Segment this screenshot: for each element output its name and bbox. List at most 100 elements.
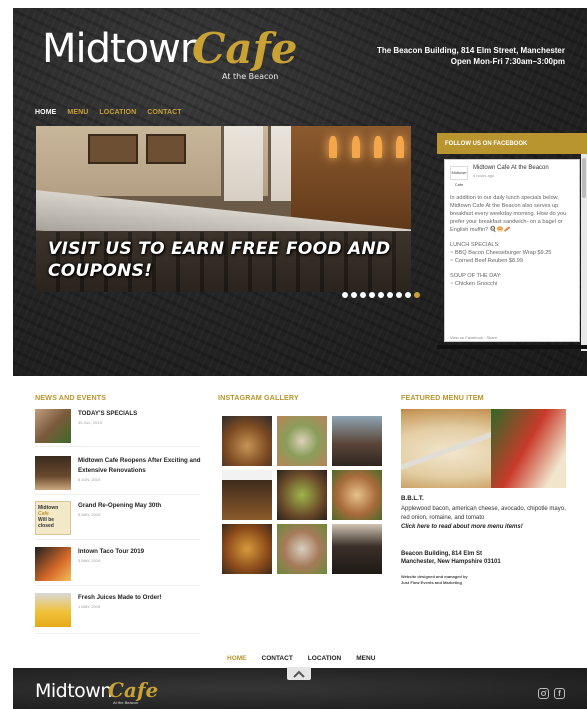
footer-logo-subtitle: At the Beacon [113, 700, 139, 705]
facebook-post[interactable]: Midtown Cafe Midtown Cafe At the Beacon … [444, 159, 580, 342]
logo-script-text: Cafe [192, 24, 298, 73]
news-date: 6 JUN, 2019 [78, 477, 101, 482]
instagram-photo[interactable] [222, 416, 272, 466]
slider-dot[interactable] [360, 292, 366, 298]
news-headline[interactable]: Intown Taco Tour 2019 [78, 547, 203, 557]
news-thumbnail[interactable] [35, 456, 71, 490]
divider [35, 494, 200, 495]
news-date: 30 JUL, 2019 [78, 420, 102, 425]
instagram-photo[interactable] [332, 524, 382, 574]
instagram-section-title: INSTAGRAM GALLERY [218, 393, 299, 402]
hours-line: Open Mon-Fri 7:30am–3:00pm [450, 57, 565, 66]
facebook-scrollbar[interactable] [581, 154, 587, 351]
instagram-photo[interactable] [277, 524, 327, 574]
thumbnail-text: Will be closed [38, 517, 55, 529]
facebook-soup: SOUP OF THE DAY: ~ Chicken Gnocchi [450, 272, 577, 288]
divider [437, 345, 587, 349]
slider-dot[interactable] [351, 292, 357, 298]
facebook-widget: FOLLOW US ON FACEBOOK Midtown Cafe Midto… [437, 133, 587, 351]
footer-nav-home[interactable]: HOME [227, 655, 247, 662]
news-thumbnail[interactable] [35, 409, 71, 443]
news-headline[interactable]: TODAY'S SPECIALS [78, 409, 203, 419]
facebook-icon[interactable]: f [554, 688, 565, 699]
news-headline[interactable]: Midtown Cafe Reopens After Exciting and … [78, 456, 203, 476]
nav-home[interactable]: HOME [35, 109, 56, 116]
divider [35, 585, 200, 586]
slide-photo-detail [88, 134, 138, 164]
news-thumbnail[interactable] [35, 547, 71, 581]
slider-dot[interactable] [378, 292, 384, 298]
social-links: f [538, 688, 565, 699]
divider [35, 633, 200, 634]
news-headline[interactable]: Fresh Juices Made to Order! [78, 593, 203, 603]
more-menu-items-link[interactable]: Click here to read about more menu items… [401, 524, 523, 530]
news-section-title: NEWS AND EVENTS [35, 393, 107, 402]
instagram-photo[interactable] [332, 470, 382, 520]
lunch-specials-title: LUNCH SPECIALS: [450, 242, 500, 248]
chevron-up-icon[interactable] [287, 667, 311, 680]
facebook-post-links[interactable]: View on Facebook · Share [450, 335, 497, 340]
main-nav: HOME MENU LOCATION CONTACT [35, 109, 182, 116]
divider [35, 446, 200, 447]
featured-item-description: Applewood bacon, american cheese, avocad… [401, 506, 566, 521]
instagram-gallery [222, 416, 382, 574]
featured-item-name: B.B.L.T. [401, 495, 424, 502]
facebook-widget-title: FOLLOW US ON FACEBOOK [437, 133, 587, 154]
news-item[interactable]: Midtown Cafe Reopens After Exciting and … [35, 456, 205, 496]
instagram-photo[interactable] [332, 416, 382, 466]
divider [35, 539, 200, 540]
facebook-page-name[interactable]: Midtown Cafe At the Beacon [473, 165, 549, 171]
facebook-post-paragraph: In addition to our daily lunch specials … [450, 195, 567, 233]
slider-dot[interactable] [342, 292, 348, 298]
slider-dot[interactable] [396, 292, 402, 298]
credit-link[interactable]: Just Flow Events and Marketing [401, 580, 468, 586]
nav-location[interactable]: LOCATION [99, 109, 136, 116]
news-item[interactable]: Midtown Cafe Will be closed Grand Re-Ope… [35, 501, 205, 541]
soup-title: SOUP OF THE DAY: [450, 273, 502, 279]
lunch-special-item: ~ BBQ Bacon Cheeseburger Wrap $9.25 [450, 250, 552, 256]
nav-menu[interactable]: MENU [67, 109, 88, 116]
footer-nav-menu[interactable]: MENU [356, 655, 375, 662]
instagram-icon[interactable] [538, 688, 549, 699]
hero-slider[interactable]: VISIT US TO EARN FREE FOOD AND COUPONS! [36, 126, 411, 292]
facebook-avatar[interactable]: Midtown Cafe [450, 166, 468, 187]
slider-dot[interactable] [369, 292, 375, 298]
address-line: Manchester, New Hampshire 03101 [401, 559, 501, 565]
footer-nav-contact[interactable]: CONTACT [262, 655, 293, 662]
logo-main-text: Midtown [42, 26, 205, 72]
slide-photo-detail [374, 136, 382, 158]
featured-section-title: FEATURED MENU ITEM [401, 393, 484, 402]
instagram-photo[interactable] [222, 524, 272, 574]
instagram-photo[interactable] [277, 470, 327, 520]
facebook-post-text: In addition to our daily lunch specials … [450, 194, 577, 295]
news-thumbnail[interactable] [35, 593, 71, 627]
facebook-post-time: 6 hours ago [473, 173, 495, 178]
news-thumbnail[interactable]: Midtown Cafe Will be closed [35, 501, 71, 535]
slider-dots [342, 292, 420, 298]
featured-item-photo[interactable] [401, 409, 566, 488]
news-item[interactable]: Intown Taco Tour 2019 3 MAY, 2019 [35, 547, 205, 587]
slide-photo-detail [352, 136, 360, 158]
slider-dot[interactable] [414, 292, 420, 298]
hero-header: Midtown Cafe At the Beacon The Beacon Bu… [13, 8, 587, 376]
footer-logo[interactable]: Midtown Cafe At the Beacon [35, 678, 175, 708]
footer-nav-location[interactable]: LOCATION [308, 655, 341, 662]
instagram-photo[interactable] [277, 416, 327, 466]
slide-photo-detail [146, 134, 186, 164]
site-credit: Website designed and managed by Just Flo… [401, 574, 468, 586]
news-headline[interactable]: Grand Re-Opening May 30th [78, 501, 203, 511]
instagram-photo[interactable] [222, 470, 272, 520]
soup-item: ~ Chicken Gnocchi [450, 281, 498, 287]
slider-dot[interactable] [405, 292, 411, 298]
news-date: 3 MAY, 2019 [78, 558, 101, 563]
footer-nav: HOME CONTACT LOCATION MENU [227, 655, 375, 662]
site-logo[interactable]: Midtown Cafe At the Beacon [42, 24, 297, 86]
logo-subtitle: At the Beacon [222, 72, 279, 81]
slide-photo-detail [221, 126, 263, 201]
lunch-special-item: ~ Corned Beef Reuben $8.99 [450, 258, 523, 264]
slide-caption: VISIT US TO EARN FREE FOOD AND COUPONS! [48, 239, 391, 281]
news-item[interactable]: TODAY'S SPECIALS 30 JUL, 2019 [35, 409, 205, 449]
slider-dot[interactable] [387, 292, 393, 298]
news-item[interactable]: Fresh Juices Made to Order! 1 MAY, 2019 [35, 593, 205, 633]
nav-contact[interactable]: CONTACT [147, 109, 181, 116]
